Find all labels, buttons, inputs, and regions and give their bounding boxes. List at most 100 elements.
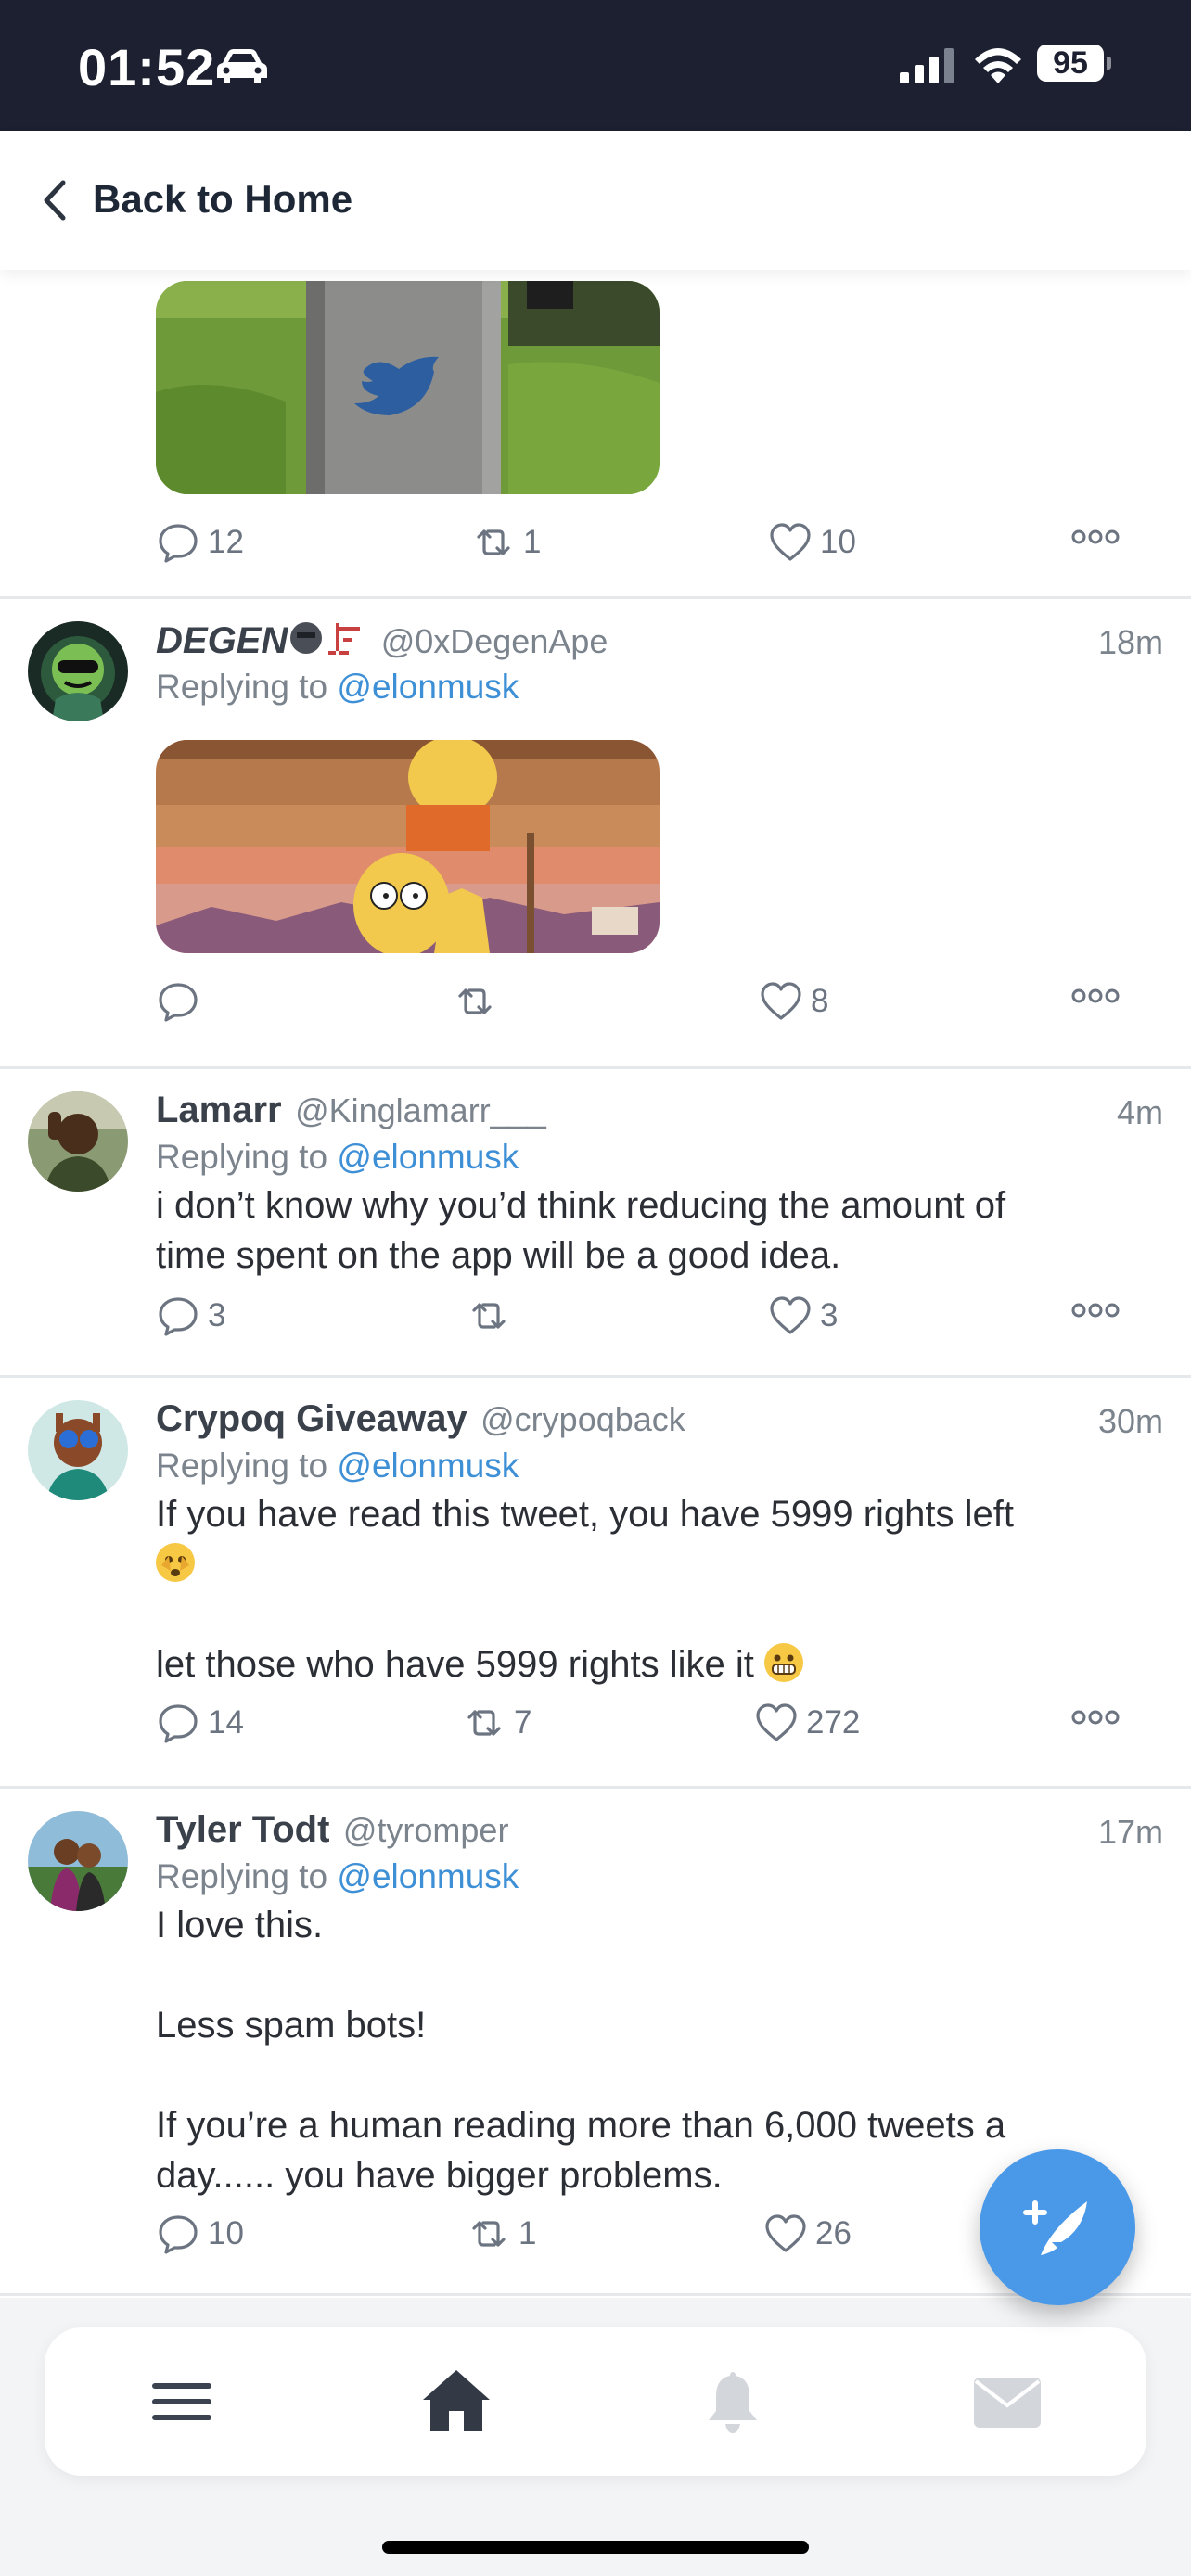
back-chevron-icon[interactable] [37, 177, 70, 223]
ape-avatar-image [28, 621, 128, 721]
author-name[interactable]: DEGEN [156, 620, 288, 661]
author-handle[interactable]: @crypoqback [480, 1400, 685, 1438]
tweet-card[interactable]: Crypoq Giveaway @crypoqback 30m Replying… [0, 1378, 1191, 1789]
tweet-text-line: let those who have 5999 rights like it [156, 1644, 754, 1685]
retweet-button[interactable]: 7 [462, 1697, 531, 1749]
tab-bar [45, 2327, 1146, 2476]
like-button[interactable]: 272 [754, 1697, 860, 1749]
replying-to: Replying to @elonmusk [156, 668, 519, 707]
reply-button[interactable]: 10 [156, 2208, 244, 2260]
more-icon[interactable] [1070, 1299, 1121, 1321]
back-to-home-link[interactable]: Back to Home [93, 177, 352, 222]
reply-count: 12 [208, 524, 244, 560]
user-photo-avatar [28, 1091, 128, 1192]
like-count: 3 [820, 1297, 839, 1333]
reply-icon [159, 983, 198, 1022]
retweet-button[interactable]: 1 [471, 516, 541, 568]
retweet-count: 1 [519, 2215, 537, 2251]
home-indicator [382, 2541, 809, 2554]
retweet-icon [458, 988, 492, 1014]
more-icon[interactable] [1070, 526, 1121, 548]
tweet-card[interactable]: 12 1 10 [0, 270, 1191, 599]
battery-cap [1107, 57, 1111, 70]
tweet-text-line: time spent on the app will be a good ide… [156, 1235, 841, 1276]
more-icon[interactable] [1070, 985, 1121, 1007]
reply-button[interactable] [156, 976, 208, 1027]
compose-icon [1023, 2200, 1087, 2255]
tweet-card[interactable]: Lamarr @Kinglamarr___ 4m Replying to @el… [0, 1069, 1191, 1378]
heart-icon [765, 2214, 806, 2252]
grimacing-face-emoji [763, 1643, 803, 1682]
retweet-button[interactable]: 1 [467, 2208, 536, 2260]
reply-count: 3 [208, 1297, 226, 1333]
author-handle[interactable]: @tyromper [343, 1811, 509, 1849]
author-handle[interactable]: @Kinglamarr___ [295, 1091, 546, 1129]
avatar[interactable] [28, 1091, 128, 1192]
battery-indicator: 95 [1037, 45, 1111, 85]
like-button[interactable]: 26 [763, 2208, 852, 2260]
reply-icon [159, 2215, 198, 2254]
replying-prefix: Replying to [156, 1447, 328, 1485]
tab-notifications[interactable] [696, 2365, 770, 2439]
author-name[interactable]: Tyler Todt [156, 1809, 329, 1850]
tweet-timestamp: 17m [1097, 1813, 1163, 1851]
tweet-header: Lamarr @Kinglamarr___ 4m [156, 1090, 1163, 1136]
replying-to: Replying to @elonmusk [156, 1138, 519, 1177]
tweet-media-image[interactable] [156, 281, 660, 494]
home-icon [423, 2370, 490, 2431]
tab-menu[interactable] [145, 2365, 219, 2439]
reply-button[interactable]: 14 [156, 1697, 244, 1749]
tweet-emoji-line [156, 1539, 1139, 1589]
like-button[interactable]: 10 [768, 516, 856, 568]
mention-link[interactable]: @elonmusk [337, 1857, 519, 1895]
reply-icon [159, 1297, 198, 1336]
retweet-icon [472, 2221, 506, 2247]
author-name[interactable]: Crypoq Giveaway [156, 1398, 467, 1439]
avatar[interactable] [28, 621, 128, 721]
heart-icon [770, 523, 811, 561]
retweet-button[interactable] [453, 976, 505, 1027]
tweet-actions: 3 3 [156, 1290, 1139, 1342]
author-name[interactable]: Lamarr [156, 1090, 282, 1130]
like-count: 26 [815, 2215, 852, 2251]
mention-link[interactable]: @elonmusk [337, 1447, 519, 1485]
tweet-header: Crypoq Giveaway @crypoqback 30m [156, 1398, 1163, 1445]
peeking-face-emoji [156, 1543, 195, 1582]
tweet-text-line: Less spam bots! [156, 2005, 427, 2046]
tweet-media-image[interactable] [156, 740, 660, 953]
mention-link[interactable]: @elonmusk [337, 1138, 519, 1176]
reply-count: 10 [208, 2215, 244, 2251]
like-button[interactable]: 3 [768, 1290, 838, 1342]
reply-button[interactable]: 3 [156, 1290, 225, 1342]
replying-prefix: Replying to [156, 1138, 328, 1176]
tweet-text-line [156, 1589, 1139, 1639]
tweet-actions: 12 1 10 [156, 516, 1139, 568]
retweet-count: 1 [523, 524, 542, 560]
tweet-timestamp: 30m [1097, 1402, 1163, 1440]
heart-icon [756, 1703, 797, 1741]
replying-prefix: Replying to [156, 1857, 328, 1895]
reply-button[interactable]: 12 [156, 516, 244, 568]
avatar[interactable] [28, 1400, 128, 1500]
tweet-text-line: i don’t know why you’d think reducing th… [156, 1185, 1006, 1226]
bell-icon [709, 2372, 757, 2433]
tweet-timestamp: 18m [1097, 623, 1163, 661]
retweet-icon [467, 1710, 501, 1736]
compose-tweet-button[interactable] [980, 2149, 1135, 2305]
signal-icon [900, 48, 954, 83]
tweet-text: If you have read this tweet, you have 59… [156, 1489, 1139, 1690]
mention-link[interactable]: @elonmusk [337, 668, 519, 706]
tab-home[interactable] [419, 2365, 493, 2439]
like-button[interactable]: 8 [759, 976, 828, 1027]
tab-messages[interactable] [970, 2365, 1044, 2439]
tweet-card[interactable]: DEGEN @0xDegenApe 18m Replying to @elonm… [0, 599, 1191, 1069]
tweet-text: i don’t know why you’d think reducing th… [156, 1180, 1139, 1281]
reply-count: 14 [208, 1704, 244, 1741]
tombstone-bird-image [156, 281, 660, 494]
author-handle[interactable]: @0xDegenApe [381, 622, 608, 660]
retweet-button[interactable] [467, 1290, 519, 1342]
more-icon[interactable] [1070, 1706, 1121, 1728]
mail-icon [974, 2378, 1041, 2428]
menu-icon [152, 2383, 211, 2420]
avatar[interactable] [28, 1811, 128, 1911]
